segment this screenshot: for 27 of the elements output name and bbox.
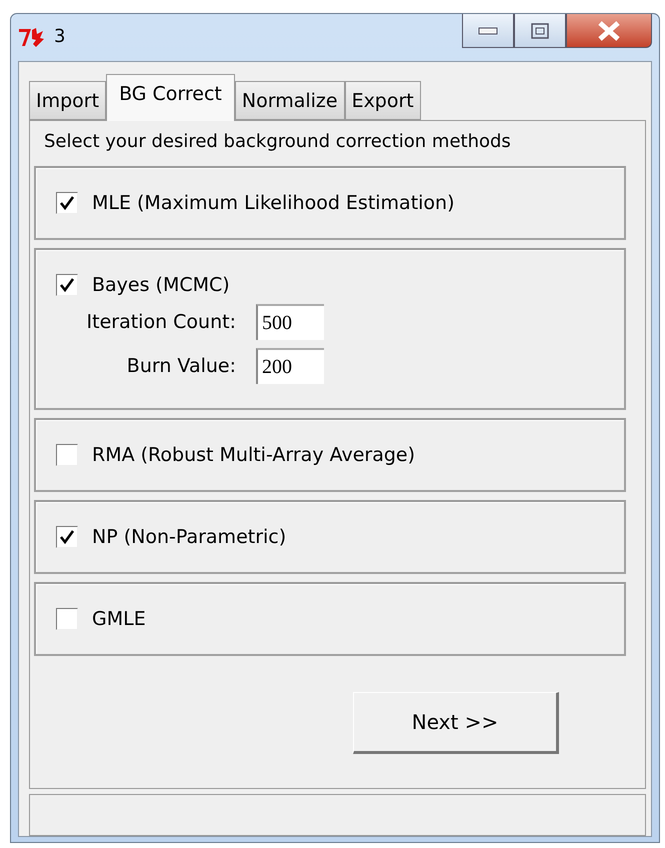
close-icon [596,20,622,40]
tab[interactable]: BG Correct [106,74,235,121]
checkbox-label: NP (Non-Parametric) [92,526,286,548]
minimize-button[interactable] [462,14,514,48]
maximize-button[interactable] [514,14,566,48]
checkbox[interactable] [56,274,78,296]
checkbox-label: GMLE [92,608,146,630]
checkbox-label: RMA (Robust Multi-Array Average) [92,444,416,466]
field-label: Iteration Count: [86,311,237,333]
tab[interactable]: Import [29,81,106,120]
field-label: Burn Value: [126,355,237,377]
checkbox[interactable] [56,444,78,466]
checkbox-label: MLE (Maximum Likelihood Estimation) [92,192,455,214]
next-button[interactable]: Next >> [353,692,559,754]
input-field[interactable]: 200 [256,348,324,384]
checkbox-label: Bayes (MCMC) [92,274,230,296]
instruction-text: Select your desired background correction methods [44,131,512,152]
input-field[interactable]: 500 [256,304,324,340]
checkbox[interactable] [56,192,78,214]
checkbox[interactable] [56,526,78,548]
tab[interactable]: Export [344,81,421,120]
window-title: 3 [54,26,66,47]
checkbox[interactable] [56,608,78,630]
close-button[interactable] [566,14,652,48]
tab[interactable]: Normalize [234,81,345,120]
minimize-icon [478,26,498,34]
maximize-icon [531,22,549,38]
